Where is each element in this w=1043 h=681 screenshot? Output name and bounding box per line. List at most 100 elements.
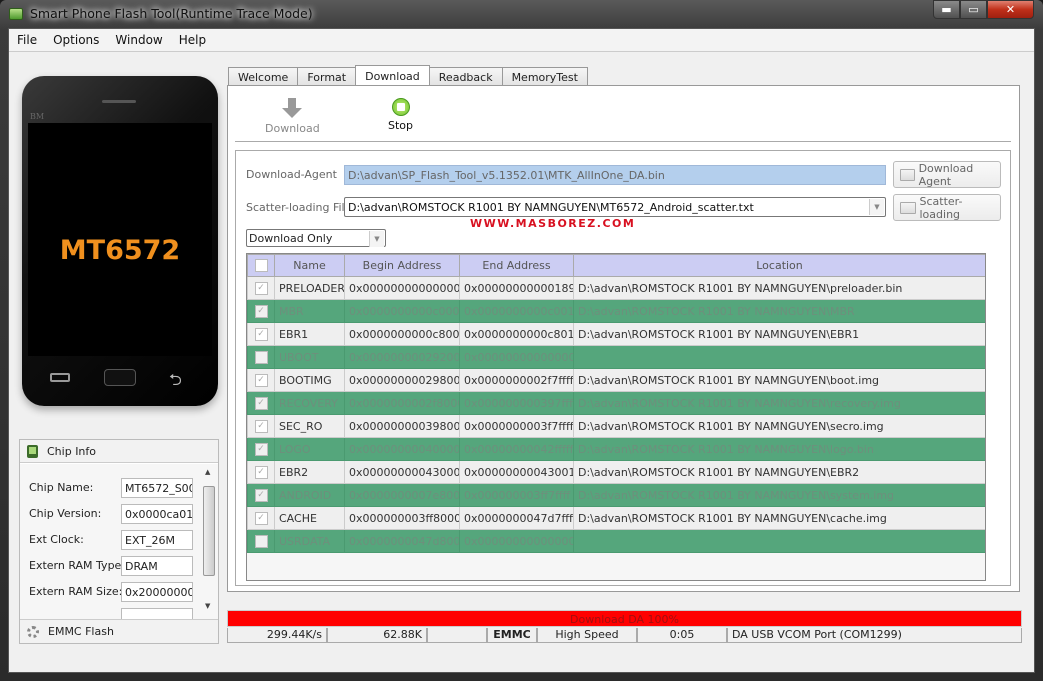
partition-checkbox-cell[interactable]: ✓ bbox=[247, 506, 275, 530]
partition-checkbox-cell[interactable]: ✓ bbox=[247, 414, 275, 438]
scatter-file-value: D:\advan\ROMSTOCK R1001 BY NAMNGUYEN\MT6… bbox=[348, 201, 754, 214]
stop-button-label: Stop bbox=[388, 119, 414, 132]
partition-checkbox[interactable]: ✓ bbox=[254, 373, 268, 387]
table-row[interactable]: ✓ PRELOADER0x00000000000000000x0000000000… bbox=[247, 276, 985, 300]
partition-checkbox-cell[interactable] bbox=[247, 345, 275, 369]
download-agent-button[interactable]: Download Agent bbox=[893, 161, 1001, 188]
partition-location: D:\advan\ROMSTOCK R1001 BY NAMNGUYEN\cac… bbox=[573, 506, 985, 530]
partition-checkbox[interactable]: ✓ bbox=[254, 488, 268, 502]
table-row[interactable]: ✓ EBR10x0000000000c800000x0000000000c801f… bbox=[247, 322, 985, 346]
partition-checkbox[interactable]: ✓ bbox=[254, 419, 268, 433]
menu-help[interactable]: Help bbox=[179, 33, 206, 47]
folder-icon bbox=[900, 168, 915, 181]
partition-checkbox[interactable]: ✓ bbox=[254, 465, 268, 479]
partition-checkbox[interactable]: ✓ bbox=[254, 396, 268, 410]
table-row[interactable]: ✓ EBR20x00000000043000000x00000000043001f… bbox=[247, 460, 985, 484]
minimize-button[interactable]: ▬ bbox=[933, 0, 960, 19]
tab-welcome[interactable]: Welcome bbox=[228, 67, 299, 86]
status-size: 62.88K bbox=[327, 628, 427, 643]
scatter-file-label: Scatter-loading File bbox=[246, 201, 352, 214]
partition-end-address: 0x0000000000c801ff bbox=[459, 322, 574, 346]
chip-info-scrollbar[interactable]: ▲ ▼ bbox=[202, 464, 216, 614]
table-row[interactable]: ✓ MBR0x0000000000c000000x0000000000c001ff… bbox=[247, 299, 985, 323]
partition-checkbox-cell[interactable] bbox=[247, 529, 275, 553]
scatter-file-combo[interactable]: D:\advan\ROMSTOCK R1001 BY NAMNGUYEN\MT6… bbox=[344, 197, 886, 217]
chip-info-value[interactable] bbox=[121, 608, 193, 619]
emmc-flash-header[interactable]: EMMC Flash bbox=[20, 619, 218, 643]
download-mode-select[interactable]: Download Only ▼ bbox=[246, 229, 386, 247]
menu-file[interactable]: File bbox=[17, 33, 37, 47]
partition-end-address: 0x00000000043001ff bbox=[459, 460, 574, 484]
tab-download[interactable]: Download bbox=[355, 65, 430, 86]
partition-checkbox[interactable] bbox=[254, 534, 268, 548]
maximize-button[interactable]: ▭ bbox=[960, 0, 987, 19]
partition-name: MBR bbox=[274, 299, 345, 323]
chip-info-value[interactable]: MT6572_S00 bbox=[121, 478, 193, 498]
tab-format[interactable]: Format bbox=[297, 67, 357, 86]
select-all-checkbox[interactable] bbox=[254, 259, 268, 273]
table-row[interactable]: UBOOT0x00000000029200000x000000000000000… bbox=[247, 345, 985, 369]
stop-button[interactable]: Stop bbox=[388, 98, 413, 132]
partition-location bbox=[573, 345, 985, 369]
status-port: DA USB VCOM Port (COM1299) bbox=[727, 628, 1022, 643]
partition-begin-address: 0x0000000000c80000 bbox=[344, 322, 460, 346]
chip-info-value[interactable]: EXT_26M bbox=[121, 530, 193, 550]
select-all-header[interactable] bbox=[247, 254, 275, 277]
phone-image: BM MT6572 ⮌ bbox=[22, 76, 218, 406]
chip-info-value[interactable]: 0x0000ca01 bbox=[121, 504, 193, 524]
partition-checkbox[interactable] bbox=[254, 350, 268, 364]
scatter-loading-button[interactable]: Scatter-loading bbox=[893, 194, 1001, 221]
tab-memorytest[interactable]: MemoryTest bbox=[501, 67, 588, 86]
partition-checkbox-cell[interactable]: ✓ bbox=[247, 276, 275, 300]
partition-checkbox-cell[interactable]: ✓ bbox=[247, 299, 275, 323]
partition-checkbox[interactable]: ✓ bbox=[254, 442, 268, 456]
chevron-down-icon[interactable]: ▼ bbox=[869, 199, 884, 215]
window-controls: ▬ ▭ ✕ bbox=[933, 0, 1034, 19]
scroll-up-icon[interactable]: ▲ bbox=[205, 468, 210, 476]
scroll-down-icon[interactable]: ▼ bbox=[205, 602, 210, 610]
menu-window[interactable]: Window bbox=[115, 33, 162, 47]
chip-info-value[interactable]: 0x20000000 bbox=[121, 582, 193, 602]
column-header-name[interactable]: Name bbox=[274, 254, 345, 277]
chip-info-label: Extern RAM Size: bbox=[29, 585, 123, 598]
partition-checkbox-cell[interactable]: ✓ bbox=[247, 483, 275, 507]
partition-checkbox[interactable]: ✓ bbox=[254, 511, 268, 525]
chip-info-value[interactable]: DRAM bbox=[121, 556, 193, 576]
tab-readback[interactable]: Readback bbox=[428, 67, 503, 86]
partition-end-address: 0x0000000000018923 bbox=[459, 276, 574, 300]
partition-checkbox[interactable]: ✓ bbox=[254, 327, 268, 341]
partition-checkbox-cell[interactable]: ✓ bbox=[247, 391, 275, 415]
partition-checkbox-cell[interactable]: ✓ bbox=[247, 437, 275, 461]
chevron-down-icon[interactable]: ▼ bbox=[369, 231, 384, 247]
column-header-begin-address[interactable]: Begin Address bbox=[344, 254, 460, 277]
chip-info-header[interactable]: Chip Info bbox=[20, 440, 218, 463]
partition-checkbox-cell[interactable]: ✓ bbox=[247, 368, 275, 392]
table-row[interactable]: ✓ BOOTIMG0x00000000029800000x0000000002f7… bbox=[247, 368, 985, 392]
table-row[interactable]: ✓ RECOVERY 0x0000000002f80000 0x00000000039… bbox=[247, 391, 985, 415]
scrollbar-thumb[interactable] bbox=[203, 486, 215, 576]
chip-icon bbox=[27, 444, 38, 458]
partition-begin-address: 0x0000000047d80000 bbox=[344, 529, 460, 553]
partition-table: Name Begin Address End Address Location … bbox=[246, 253, 986, 581]
partition-checkbox-cell[interactable]: ✓ bbox=[247, 322, 275, 346]
partition-checkbox[interactable]: ✓ bbox=[254, 304, 268, 318]
download-button[interactable]: Download bbox=[265, 98, 320, 135]
partition-checkbox-cell[interactable]: ✓ bbox=[247, 460, 275, 484]
table-row[interactable]: ✓ LOGO0x00000000040000000x00000000042ffff… bbox=[247, 437, 985, 461]
column-header-end-address[interactable]: End Address bbox=[459, 254, 574, 277]
partition-name: SEC_RO bbox=[274, 414, 345, 438]
title-bar[interactable]: Smart Phone Flash Tool(Runtime Trace Mod… bbox=[0, 0, 1043, 28]
menu-options[interactable]: Options bbox=[53, 33, 99, 47]
table-row[interactable]: ✓ CACHE 0x000000003ff80000 0x0000000047d7ff… bbox=[247, 506, 985, 530]
table-row[interactable]: ✓ ANDROID0x0000000007e800000x000000003ff7… bbox=[247, 483, 985, 507]
partition-name: BOOTIMG bbox=[274, 368, 345, 392]
table-row[interactable]: USRDATA0x0000000047d800000x0000000000000… bbox=[247, 529, 985, 553]
table-row[interactable]: ✓ SEC_RO0x00000000039800000x0000000003f7f… bbox=[247, 414, 985, 438]
emmc-flash-label: EMMC Flash bbox=[48, 625, 114, 638]
column-header-location[interactable]: Location bbox=[573, 254, 985, 277]
download-agent-input[interactable]: D:\advan\SP_Flash_Tool_v5.1352.01\MTK_Al… bbox=[344, 165, 886, 185]
close-button[interactable]: ✕ bbox=[987, 0, 1034, 19]
partition-end-address: 0x0000000047d7ffff bbox=[459, 506, 574, 530]
partition-checkbox[interactable]: ✓ bbox=[254, 281, 268, 295]
partition-begin-address: 0x0000000002f80000 bbox=[344, 391, 460, 415]
